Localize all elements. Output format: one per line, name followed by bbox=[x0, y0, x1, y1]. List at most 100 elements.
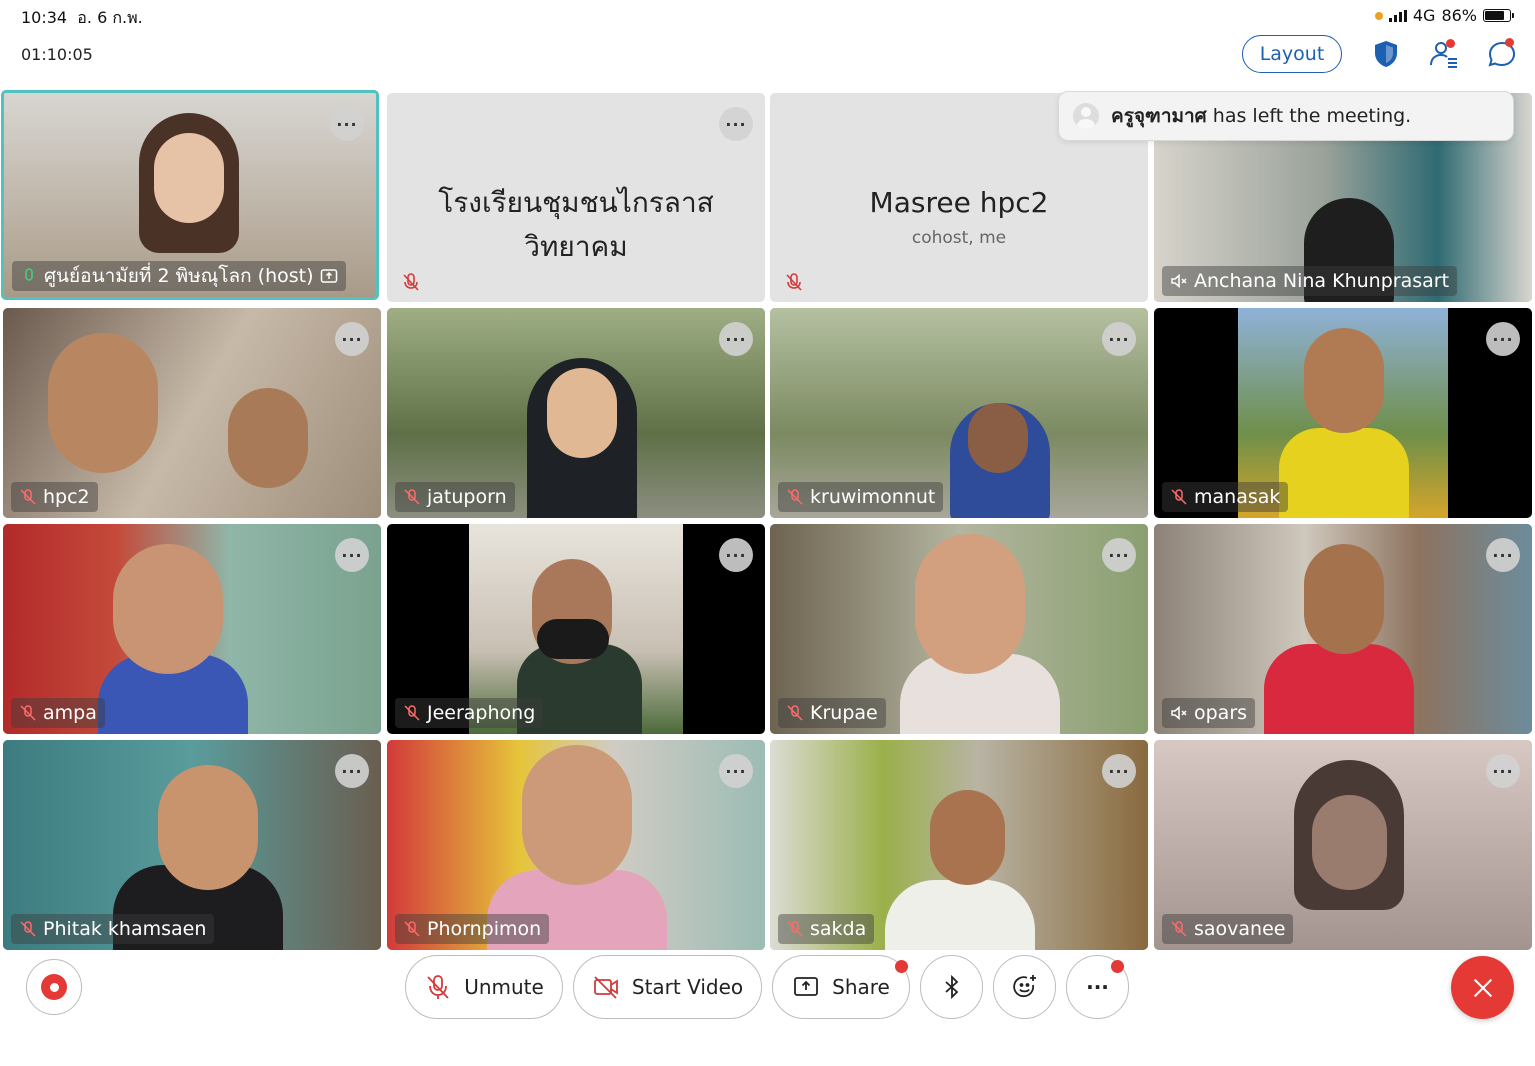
tile-more-button[interactable]: ··· bbox=[1486, 754, 1520, 788]
reactions-button[interactable] bbox=[993, 955, 1056, 1019]
end-meeting-button[interactable] bbox=[1451, 956, 1514, 1019]
avatar-icon bbox=[1073, 103, 1099, 129]
face-mask bbox=[537, 619, 609, 659]
participant-label: sakda bbox=[778, 914, 875, 944]
participant-label: Krupae bbox=[778, 698, 886, 728]
tile-more-button[interactable]: ··· bbox=[1102, 754, 1136, 788]
more-alert-dot bbox=[1111, 960, 1124, 973]
participant-label: Phitak khamsaen bbox=[11, 914, 215, 944]
participant-face bbox=[158, 765, 258, 890]
mic-muted-icon bbox=[20, 489, 36, 505]
participant-face bbox=[1312, 795, 1387, 890]
mic-muted-icon bbox=[786, 273, 802, 291]
participant-face bbox=[228, 388, 308, 488]
video-tile-school[interactable]: โรงเรียนชุมชนไกรลาสวิทยาคม ··· bbox=[387, 93, 765, 302]
participant-face bbox=[915, 534, 1025, 674]
emoji-add-icon bbox=[1012, 975, 1036, 998]
participant-label: saovanee bbox=[1162, 914, 1294, 944]
video-tile-kruwimonnut[interactable]: ··· kruwimonnut bbox=[770, 308, 1148, 518]
mic-muted-icon bbox=[20, 921, 36, 937]
tile-more-button[interactable]: ··· bbox=[719, 107, 753, 141]
participant-name: ศูนย์อนามัยที่ 2 พิษณุโลก (host) bbox=[44, 265, 314, 287]
status-bar: 10:34 อ. 6 ก.พ. 4G 86% bbox=[0, 0, 1535, 32]
participant-face bbox=[968, 403, 1028, 473]
share-screen-icon bbox=[794, 977, 819, 996]
participant-name: Anchana Nina Khunprasart bbox=[1194, 270, 1450, 292]
tile-more-button[interactable]: ··· bbox=[719, 322, 753, 356]
video-tile-krupae[interactable]: ··· Krupae bbox=[770, 524, 1148, 734]
mic-muted-icon bbox=[20, 705, 36, 721]
mic-muted-icon bbox=[787, 705, 803, 721]
meeting-duration: 01:10:05 bbox=[21, 45, 93, 64]
tile-more-button[interactable]: ··· bbox=[335, 538, 369, 572]
participant-face bbox=[930, 790, 1005, 885]
unmute-button[interactable]: Unmute bbox=[405, 955, 563, 1019]
tile-more-button[interactable]: ··· bbox=[335, 754, 369, 788]
mic-muted-icon bbox=[787, 489, 803, 505]
network-type: 4G bbox=[1412, 6, 1436, 25]
cellular-signal-icon bbox=[1388, 9, 1407, 22]
participant-label: ศูนย์อนามัยที่ 2 พิษณุโลก (host) bbox=[12, 261, 346, 291]
participant-face bbox=[547, 368, 617, 458]
tile-more-button[interactable]: ··· bbox=[719, 538, 753, 572]
tile-more-button[interactable]: ··· bbox=[330, 107, 364, 141]
self-role: cohost, me bbox=[911, 228, 1007, 248]
bluetooth-audio-button[interactable] bbox=[920, 955, 983, 1019]
bluetooth-icon bbox=[944, 974, 958, 1000]
participant-label: Anchana Nina Khunprasart bbox=[1162, 266, 1458, 296]
participant-label: hpc2 bbox=[11, 482, 98, 512]
layout-button[interactable]: Layout bbox=[1242, 35, 1342, 73]
video-tile-jatuporn[interactable]: ··· jatuporn bbox=[387, 308, 765, 518]
mic-muted-icon bbox=[427, 975, 449, 999]
speaker-muted-icon bbox=[1171, 273, 1187, 289]
participant-label: ampa bbox=[11, 698, 105, 728]
toast-message: has left the meeting. bbox=[1212, 105, 1412, 127]
mic-muted-icon bbox=[787, 921, 803, 937]
start-video-button[interactable]: Start Video bbox=[573, 955, 762, 1019]
participant-face bbox=[48, 333, 158, 473]
participant-label: kruwimonnut bbox=[778, 482, 944, 512]
participant-label: jatuporn bbox=[395, 482, 515, 512]
participant-face bbox=[154, 133, 224, 223]
participant-name: Jeeraphong bbox=[427, 702, 536, 724]
video-tile-ampa[interactable]: ··· ampa bbox=[3, 524, 381, 734]
video-tile-phornpimon[interactable]: ··· Phornpimon bbox=[387, 740, 765, 950]
self-name: Masree hpc2 bbox=[869, 186, 1049, 219]
tile-more-button[interactable]: ··· bbox=[719, 754, 753, 788]
participant-figure bbox=[1264, 644, 1414, 734]
tile-more-button[interactable]: ··· bbox=[335, 322, 369, 356]
participant-face bbox=[1304, 328, 1384, 433]
more-options-button[interactable]: ··· bbox=[1066, 955, 1129, 1019]
video-tile-manasak[interactable]: ··· manasak bbox=[1154, 308, 1532, 518]
chat-icon[interactable] bbox=[1486, 38, 1518, 70]
toast-name: ครูจุฑามาศ bbox=[1111, 105, 1207, 127]
participant-name: saovanee bbox=[1194, 918, 1286, 940]
video-tile-host[interactable]: ··· ศูนย์อนามัยที่ 2 พิษณุโลก (host) bbox=[1, 90, 379, 300]
video-tile-opars[interactable]: ··· opars bbox=[1154, 524, 1532, 734]
unmute-label: Unmute bbox=[464, 975, 544, 999]
video-tile-jeeraphong[interactable]: ··· Jeeraphong bbox=[387, 524, 765, 734]
mic-muted-icon bbox=[403, 273, 419, 291]
video-off-icon bbox=[593, 976, 618, 999]
mic-muted-icon bbox=[404, 489, 420, 505]
participant-name: opars bbox=[1194, 702, 1248, 724]
security-shield-icon[interactable] bbox=[1370, 38, 1402, 70]
video-tile-phitak[interactable]: ··· Phitak khamsaen bbox=[3, 740, 381, 950]
mic-muted-icon bbox=[404, 921, 420, 937]
tile-more-button[interactable]: ··· bbox=[1102, 538, 1136, 572]
record-icon bbox=[41, 974, 67, 1000]
video-tile-sakda[interactable]: ··· sakda bbox=[770, 740, 1148, 950]
record-button[interactable] bbox=[26, 959, 82, 1015]
participant-name: sakda bbox=[810, 918, 867, 940]
video-tile-saovanee[interactable]: ··· saovanee bbox=[1154, 740, 1532, 950]
tile-more-button[interactable]: ··· bbox=[1486, 538, 1520, 572]
tile-more-button[interactable]: ··· bbox=[1102, 322, 1136, 356]
participant-label: manasak bbox=[1162, 482, 1289, 512]
tile-more-button[interactable]: ··· bbox=[1486, 322, 1520, 356]
participants-icon[interactable] bbox=[1428, 38, 1460, 70]
participant-label: Jeeraphong bbox=[395, 698, 544, 728]
share-button[interactable]: Share bbox=[772, 955, 910, 1019]
battery-icon bbox=[1483, 9, 1514, 22]
video-tile-hpc2[interactable]: ··· hpc2 bbox=[3, 308, 381, 518]
participant-name: Phornpimon bbox=[427, 918, 542, 940]
